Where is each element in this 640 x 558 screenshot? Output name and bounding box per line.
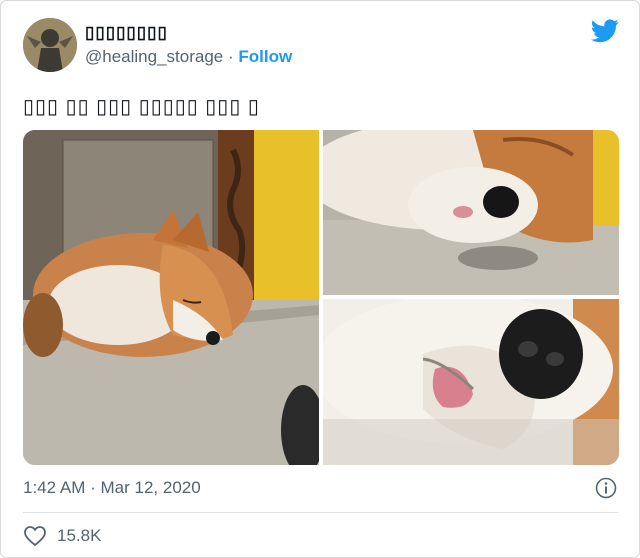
avatar[interactable] xyxy=(23,18,77,72)
like-button[interactable]: 15.8K xyxy=(23,523,101,549)
tweet-time: 1:42 AM xyxy=(23,478,86,497)
like-count: 15.8K xyxy=(57,526,102,545)
heart-icon xyxy=(24,526,46,547)
media-grid xyxy=(23,130,619,465)
handle-row: @healing_storage · Follow xyxy=(85,47,292,67)
info-icon[interactable] xyxy=(595,477,617,499)
tweet-card: ▯▯▯▯▯▯▯▯ @healing_storage · Follow ▯▯▯ ▯… xyxy=(0,0,640,558)
twitter-bird-icon[interactable] xyxy=(590,19,619,43)
photo-fox-sleeping-full[interactable] xyxy=(23,130,319,465)
time-separator: · xyxy=(90,478,96,497)
divider xyxy=(23,512,619,513)
photo-fox-nose-tongue[interactable] xyxy=(323,299,619,465)
handle-separator: · xyxy=(227,47,234,66)
timestamp[interactable]: 1:42 AM · Mar 12, 2020 xyxy=(23,478,201,498)
display-name[interactable]: ▯▯▯▯▯▯▯▯ xyxy=(85,23,168,43)
user-handle[interactable]: @healing_storage xyxy=(85,47,223,66)
tweet-text: ▯▯▯ ▯▯ ▯▯▯ ▯▯▯▯▯ ▯▯▯ ▯ xyxy=(23,96,260,118)
tweet-date: Mar 12, 2020 xyxy=(100,478,201,497)
photo-fox-face-closeup[interactable] xyxy=(323,130,619,295)
follow-button[interactable]: Follow xyxy=(238,47,292,66)
